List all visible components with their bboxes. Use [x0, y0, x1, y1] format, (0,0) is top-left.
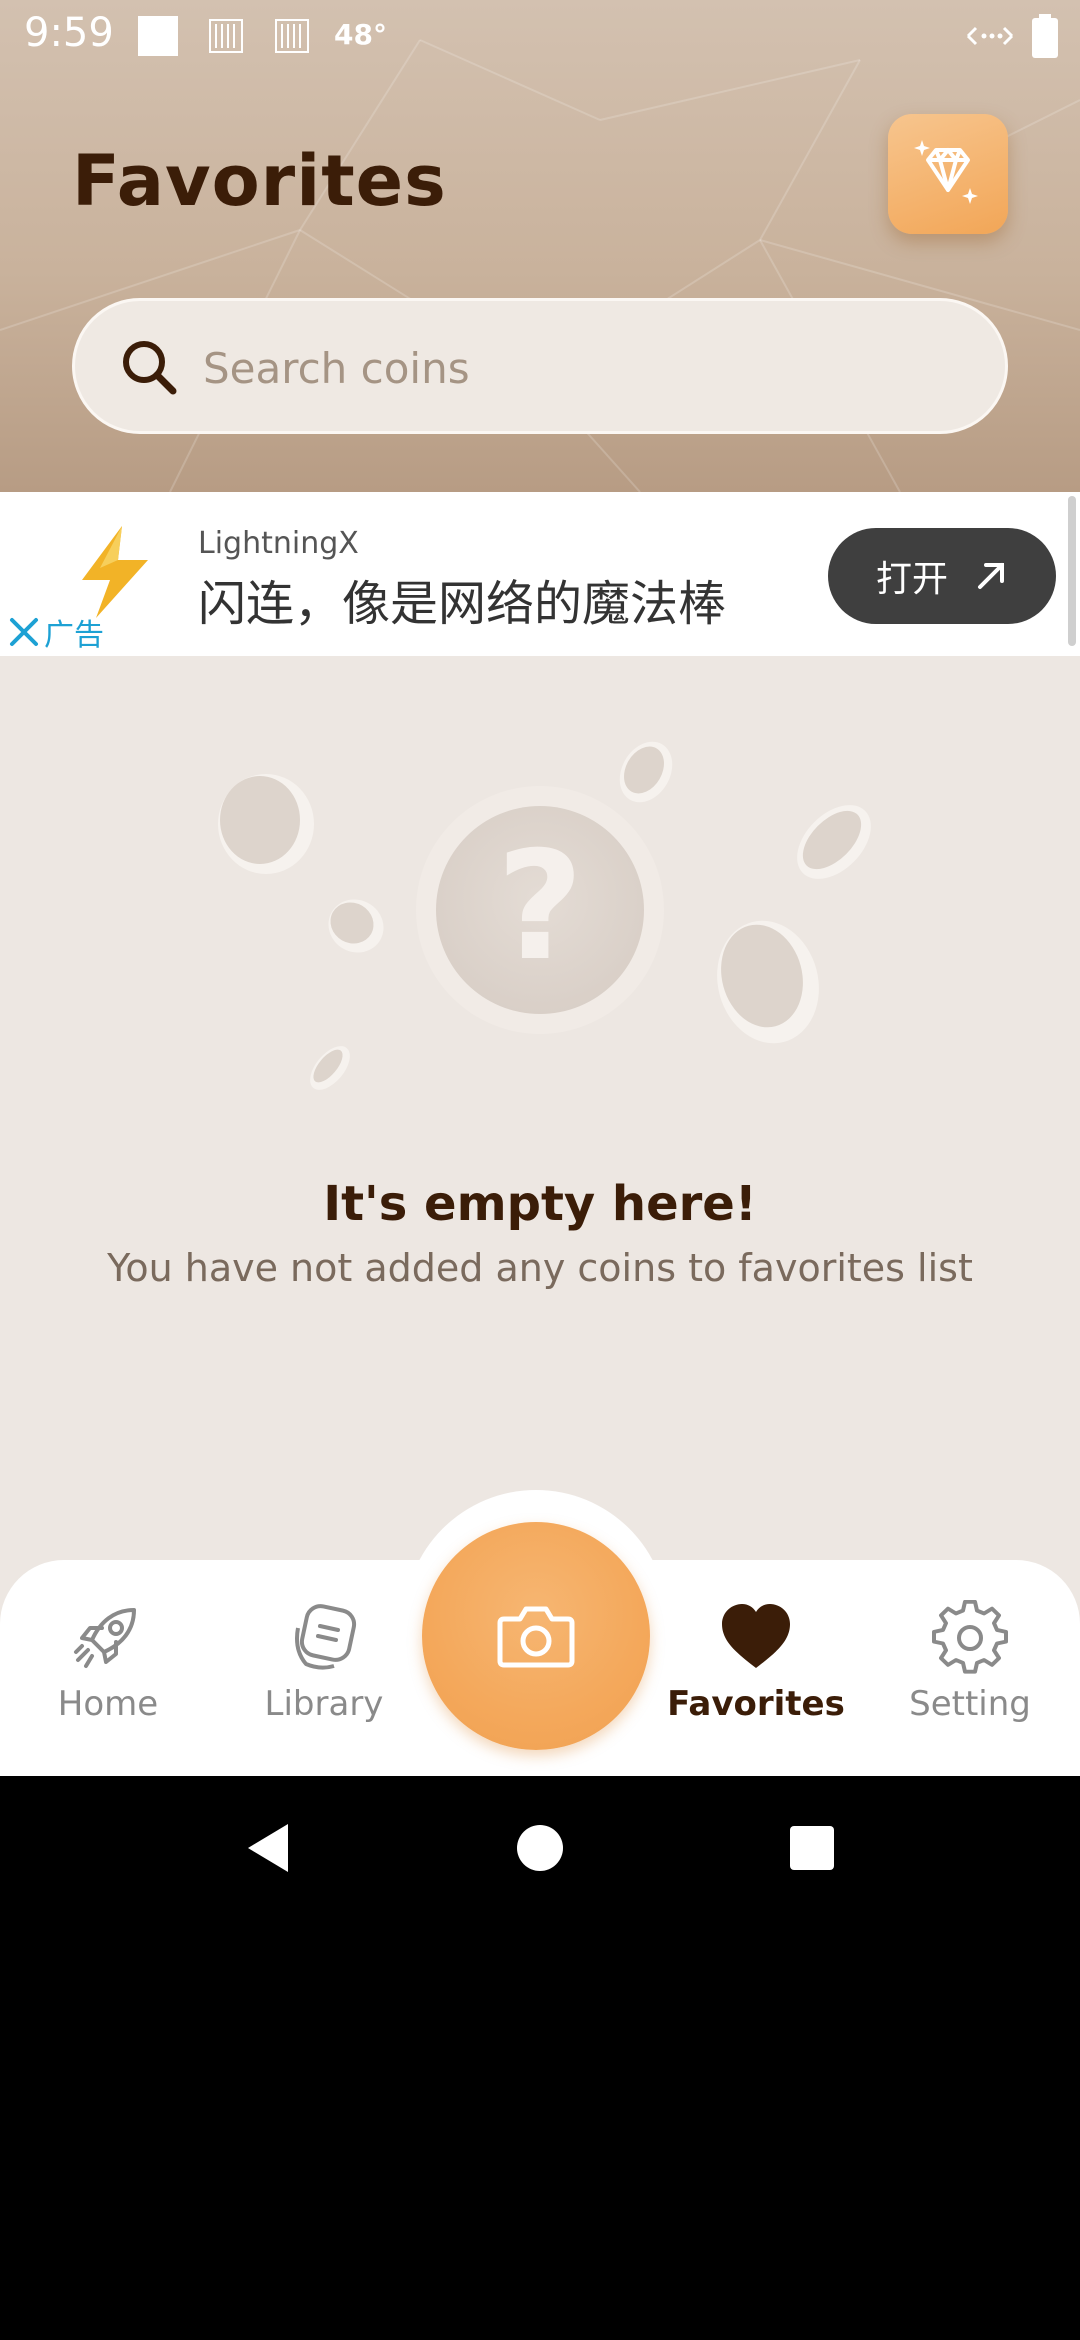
arrow-up-right-icon: [978, 563, 1004, 589]
barcode-icon: [275, 19, 309, 53]
search-icon: [123, 341, 177, 395]
data-transfer-icon: [966, 26, 1014, 46]
ad-brand: LightningX: [198, 526, 359, 561]
ad-label: 广告: [44, 618, 104, 653]
nav-setting[interactable]: Setting: [880, 1600, 1060, 1750]
nav-home[interactable]: Home: [18, 1600, 198, 1750]
search-input[interactable]: [201, 335, 965, 401]
ad-open-button[interactable]: 打开: [828, 528, 1056, 624]
status-time: 9:59: [24, 10, 114, 56]
home-icon[interactable]: [512, 1818, 568, 1878]
nav-library[interactable]: Library: [234, 1600, 414, 1750]
premium-button[interactable]: [888, 114, 1008, 234]
barcode-icon: [209, 19, 243, 53]
camera-button[interactable]: [422, 1522, 650, 1750]
header: 9:59 48° Favorites: [0, 0, 1080, 492]
battery-icon: [1032, 14, 1058, 58]
status-temperature: 48°: [334, 18, 387, 51]
notification-icon: [138, 16, 178, 56]
empty-state-title: It's empty here!: [323, 1176, 757, 1232]
ad-scrollbar: [1068, 496, 1076, 646]
ad-open-label: 打开: [875, 559, 948, 600]
nav-library-label: Library: [264, 1684, 384, 1724]
close-icon: [10, 618, 38, 646]
nav-favorites[interactable]: Favorites: [666, 1600, 846, 1750]
recents-icon[interactable]: [784, 1818, 840, 1878]
heart-icon: [722, 1604, 790, 1668]
nav-favorites-label: Favorites: [667, 1684, 845, 1724]
empty-coins-illustration: ?: [218, 741, 871, 1090]
app-screen: 9:59 48° Favorites Search coins Lightnin…: [0, 0, 1080, 2340]
page-title: Favorites: [72, 140, 447, 222]
nav-setting-label: Setting: [909, 1684, 1031, 1724]
empty-state-subtitle: You have not added any coins to favorite…: [107, 1246, 973, 1290]
system-navigation-bar: [0, 1776, 1080, 1918]
lightning-logo-icon: [82, 526, 148, 618]
ad-banner[interactable]: LightningX 闪连，像是网络的魔法棒 打开 广告: [0, 492, 1080, 656]
back-icon[interactable]: [240, 1818, 296, 1878]
gear-icon: [932, 1600, 1008, 1674]
camera-icon: [497, 1606, 575, 1668]
ad-text: 闪连，像是网络的魔法棒: [198, 576, 727, 632]
svg-text:?: ?: [496, 820, 583, 994]
search-bar[interactable]: [72, 298, 1008, 434]
nav-home-label: Home: [57, 1684, 159, 1724]
status-bar: 9:59 48°: [0, 0, 1080, 72]
rocket-icon: [74, 1608, 136, 1668]
diamond-icon: [914, 140, 978, 204]
ad-close-button[interactable]: 广告: [8, 610, 104, 654]
library-icon: [295, 1604, 357, 1670]
